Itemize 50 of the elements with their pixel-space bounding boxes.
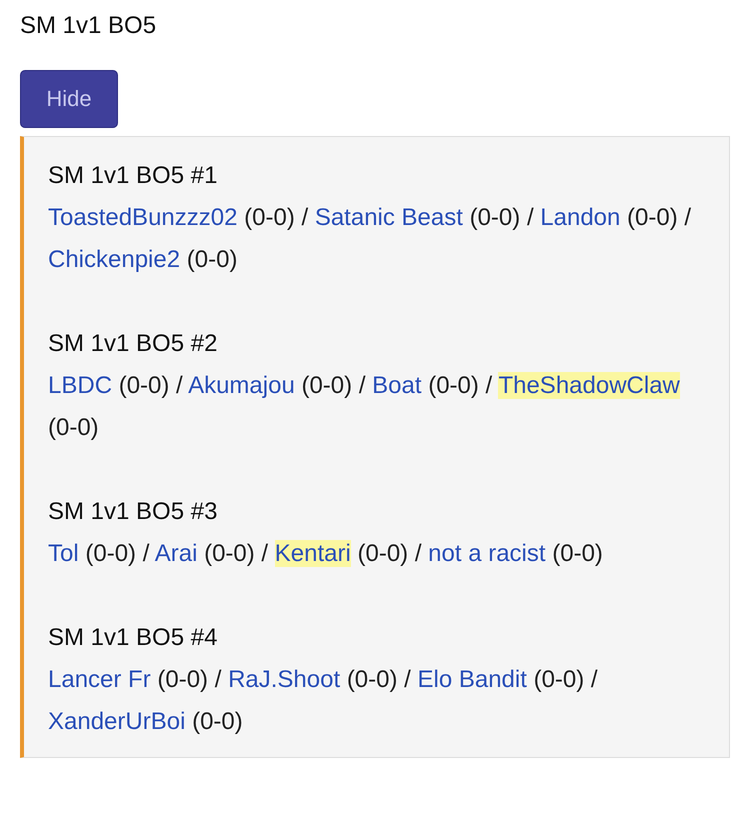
player-link[interactable]: Lancer Fr [48, 666, 151, 693]
player-link[interactable]: Arai [154, 540, 198, 567]
player-link[interactable]: RaJ.Shoot [228, 666, 340, 693]
player-score: (0-0) [627, 204, 678, 231]
separator: / [526, 204, 534, 231]
player-score: (0-0) [357, 540, 408, 567]
player-link[interactable]: XanderUrBoi [48, 708, 186, 735]
player-score: (0-0) [48, 414, 99, 441]
player-score: (0-0) [192, 708, 243, 735]
highlighted-player-link[interactable]: TheShadowClaw [498, 372, 680, 399]
player-link[interactable]: LBDC [48, 372, 112, 399]
match-title: SM 1v1 BO5 #2 [48, 329, 218, 359]
player-score: (0-0) [85, 540, 136, 567]
player-link[interactable]: Satanic Beast [314, 204, 463, 231]
match-title: SM 1v1 BO5 #1 [48, 161, 218, 191]
player-link[interactable]: Tol [48, 540, 79, 567]
player-score: (0-0) [204, 540, 255, 567]
player-score: (0-0) [244, 204, 295, 231]
player-link[interactable]: not a racist [428, 540, 546, 567]
player-link[interactable]: Landon [540, 204, 620, 231]
separator: / [358, 372, 366, 399]
hide-button[interactable]: Hide [20, 70, 118, 128]
separator: / [590, 666, 598, 693]
player-score: (0-0) [157, 666, 208, 693]
player-score: (0-0) [428, 372, 479, 399]
separator: / [684, 204, 692, 231]
separator: / [261, 540, 268, 567]
separator: / [414, 540, 422, 567]
player-link[interactable]: ToastedBunzzz02 [48, 204, 238, 231]
separator: / [142, 540, 150, 567]
page-title: SM 1v1 BO5 [20, 11, 158, 41]
player-score: (0-0) [470, 204, 520, 231]
highlighted-player-link[interactable]: Kentari [274, 540, 351, 567]
player-link[interactable]: Elo Bandit [418, 666, 527, 693]
player-score: (0-0) [534, 666, 584, 693]
player-link[interactable]: Chickenpie2 [48, 246, 180, 273]
match-title: SM 1v1 BO5 #3 [48, 497, 218, 527]
separator: / [176, 372, 183, 399]
player-link[interactable]: Akumajou [188, 372, 295, 399]
match-title: SM 1v1 BO5 #4 [48, 623, 218, 653]
separator: / [214, 666, 222, 693]
separator: / [486, 372, 492, 399]
separator: / [301, 204, 308, 231]
separator: / [404, 666, 411, 693]
player-link[interactable]: Boat [372, 372, 422, 399]
player-score: (0-0) [186, 246, 238, 273]
player-score: (0-0) [346, 666, 398, 693]
player-score: (0-0) [118, 372, 170, 399]
player-score: (0-0) [552, 540, 603, 567]
player-score: (0-0) [301, 372, 352, 399]
